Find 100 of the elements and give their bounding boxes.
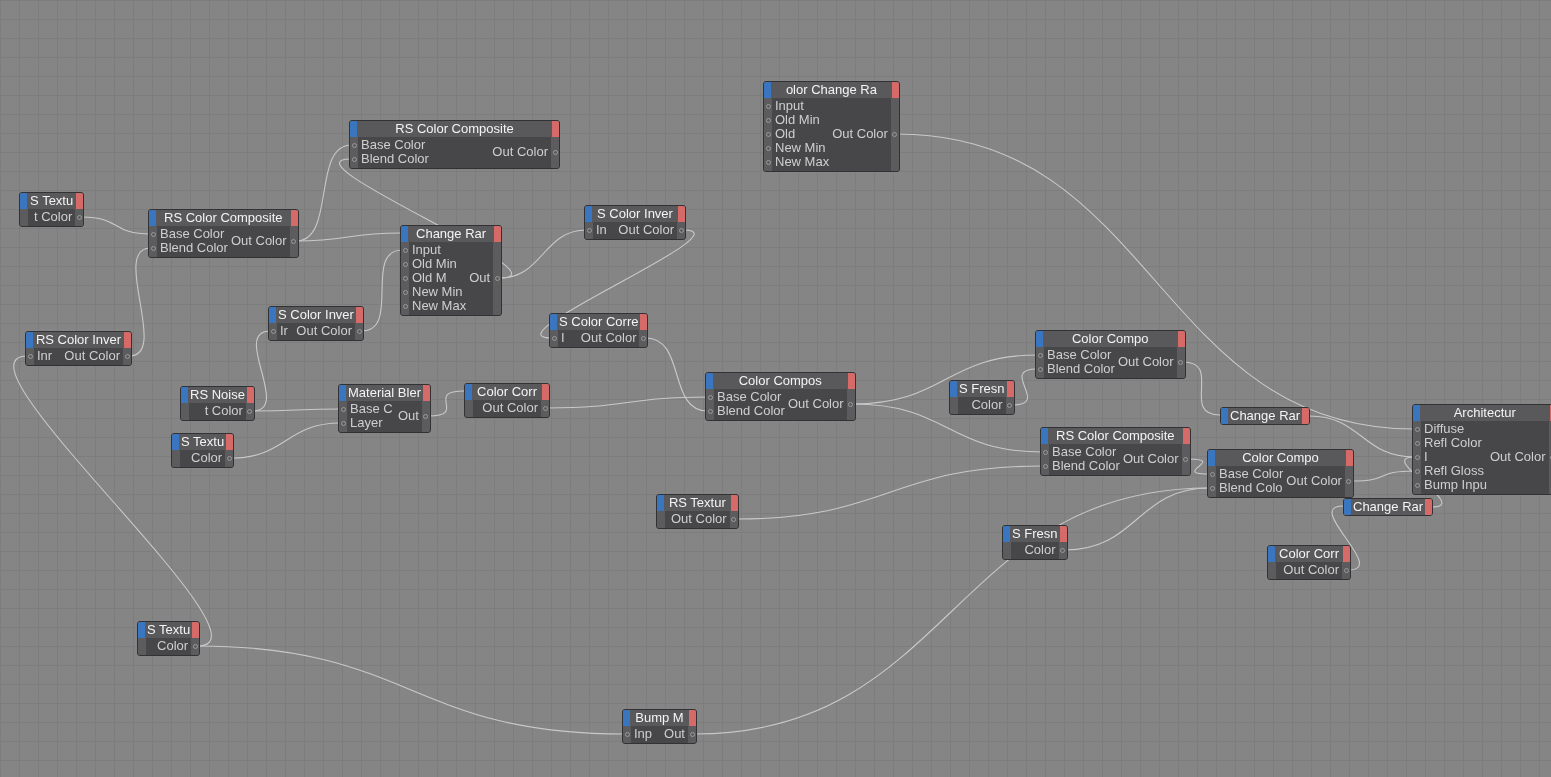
output-marker[interactable] bbox=[192, 622, 200, 638]
input-marker[interactable] bbox=[26, 332, 33, 348]
output-marker[interactable] bbox=[847, 373, 855, 389]
output-marker[interactable] bbox=[246, 387, 254, 403]
output-marker[interactable] bbox=[542, 384, 549, 400]
input-marker[interactable] bbox=[401, 226, 408, 242]
input-marker[interactable] bbox=[1041, 428, 1048, 444]
output-marker[interactable] bbox=[422, 385, 430, 401]
port-label: Blend Color bbox=[160, 241, 228, 255]
output-marker[interactable] bbox=[1345, 450, 1353, 466]
output-marker[interactable] bbox=[76, 193, 84, 209]
port-label: Base Color bbox=[1047, 348, 1113, 362]
port-label: Out Color bbox=[230, 234, 287, 248]
port-label: Out Color bbox=[482, 401, 538, 415]
port-label: Old Min bbox=[412, 257, 458, 271]
output-marker[interactable] bbox=[1059, 526, 1067, 542]
output-marker[interactable] bbox=[290, 210, 298, 226]
port-label: Out Color bbox=[580, 331, 637, 345]
output-marker[interactable] bbox=[1177, 331, 1185, 347]
port-label: Base Color bbox=[361, 138, 427, 152]
output-marker[interactable] bbox=[1425, 499, 1433, 515]
port-label: Out bbox=[469, 271, 491, 285]
input-marker[interactable] bbox=[172, 434, 179, 450]
output-marker[interactable] bbox=[552, 121, 559, 137]
input-marker[interactable] bbox=[1221, 408, 1228, 424]
input-marker[interactable] bbox=[706, 373, 713, 389]
port-label: Inp bbox=[634, 727, 654, 741]
port-label: Old M bbox=[412, 271, 448, 285]
input-marker[interactable] bbox=[657, 495, 664, 511]
port-label: New Min bbox=[412, 285, 464, 299]
output-marker[interactable] bbox=[1343, 546, 1350, 562]
port-label: Color bbox=[1024, 543, 1056, 557]
port-label: Out Color bbox=[832, 127, 888, 141]
input-marker[interactable] bbox=[339, 385, 346, 401]
port-label: I bbox=[561, 331, 566, 345]
port-label: Diffuse bbox=[1424, 422, 1466, 436]
port-label: Color bbox=[157, 639, 189, 653]
port-label: Bump Inpu bbox=[1424, 478, 1487, 492]
output-marker[interactable] bbox=[1182, 428, 1190, 444]
input-marker[interactable] bbox=[465, 384, 472, 400]
input-marker[interactable] bbox=[623, 710, 630, 726]
port-label: Out Color bbox=[1122, 452, 1179, 466]
port-label: t Color bbox=[204, 404, 243, 418]
input-marker[interactable] bbox=[138, 622, 145, 638]
port-label: Blend Color bbox=[1047, 362, 1115, 376]
input-marker[interactable] bbox=[1003, 526, 1010, 542]
input-marker[interactable] bbox=[1413, 405, 1420, 421]
port-label: Out Color bbox=[787, 397, 844, 411]
output-marker[interactable] bbox=[124, 332, 131, 348]
output-marker[interactable] bbox=[356, 307, 363, 323]
port-label: Refl Gloss bbox=[1424, 464, 1485, 478]
input-marker[interactable] bbox=[1208, 450, 1215, 466]
port-label: Base Color bbox=[1219, 467, 1284, 481]
port-label: Base C bbox=[350, 402, 394, 416]
port-label: Out bbox=[398, 409, 419, 423]
port-label: Blend Colo bbox=[1219, 481, 1284, 495]
port-label: I bbox=[1424, 450, 1429, 464]
output-marker[interactable] bbox=[226, 434, 234, 450]
port-label: In bbox=[596, 223, 608, 237]
port-label: Color bbox=[191, 451, 223, 465]
port-label: Blend Color bbox=[1052, 459, 1120, 473]
input-marker[interactable] bbox=[1344, 499, 1351, 515]
port-label: Out Color bbox=[618, 223, 674, 237]
port-label: New Min bbox=[775, 141, 827, 155]
port-label: Input bbox=[412, 243, 442, 257]
input-marker[interactable] bbox=[585, 206, 592, 222]
input-marker[interactable] bbox=[181, 387, 188, 403]
input-marker[interactable] bbox=[350, 121, 357, 137]
port-label: Out Color bbox=[671, 512, 727, 526]
port-label: New Max bbox=[775, 155, 830, 169]
input-marker[interactable] bbox=[1036, 331, 1043, 347]
port-label: t Color bbox=[34, 210, 73, 224]
input-marker[interactable] bbox=[1268, 546, 1275, 562]
output-marker[interactable] bbox=[891, 82, 899, 98]
port-label: Blend Color bbox=[717, 404, 785, 418]
port-label: Old Min bbox=[775, 113, 821, 127]
input-marker[interactable] bbox=[149, 210, 156, 226]
port-label: Out Color bbox=[64, 349, 120, 363]
output-marker[interactable] bbox=[689, 710, 696, 726]
port-label: Input bbox=[775, 99, 805, 113]
port-label: Out Color bbox=[1286, 474, 1342, 488]
output-marker[interactable] bbox=[640, 314, 648, 330]
input-marker[interactable] bbox=[269, 307, 276, 323]
port-label: Out Color bbox=[1283, 563, 1339, 577]
output-marker[interactable] bbox=[494, 226, 502, 242]
output-marker[interactable] bbox=[1302, 408, 1310, 424]
port-label: Out Color bbox=[296, 324, 352, 338]
input-marker[interactable] bbox=[20, 193, 27, 209]
port-label: Blend Color bbox=[361, 152, 430, 166]
port-label: Base Color bbox=[717, 390, 783, 404]
port-label: Color bbox=[971, 398, 1003, 412]
output-marker[interactable] bbox=[1006, 381, 1014, 397]
port-label: New Max bbox=[412, 299, 467, 313]
input-marker[interactable] bbox=[950, 381, 957, 397]
output-marker[interactable] bbox=[730, 495, 738, 511]
port-label: Base Color bbox=[1052, 445, 1118, 459]
output-marker[interactable] bbox=[678, 206, 685, 222]
input-marker[interactable] bbox=[550, 314, 557, 330]
port-label: Out bbox=[664, 727, 685, 741]
input-marker[interactable] bbox=[764, 82, 771, 98]
